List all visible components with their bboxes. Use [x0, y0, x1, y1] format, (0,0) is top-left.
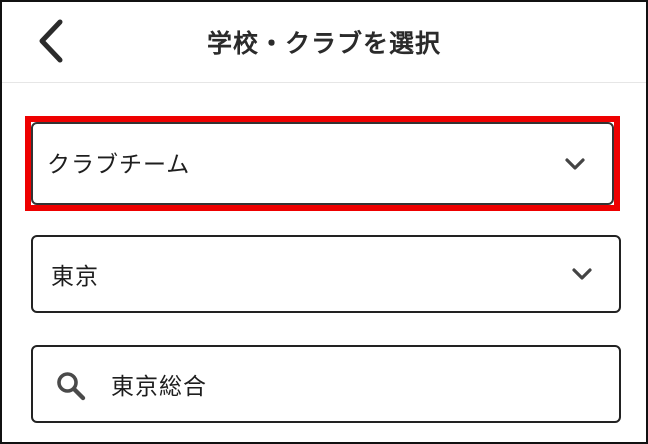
type-select[interactable]: クラブチーム [31, 122, 614, 205]
screen: 学校・クラブを選択 クラブチーム 東京 東京総合 [0, 0, 648, 444]
prefecture-select-value: 東京 [51, 264, 99, 290]
prefecture-select[interactable]: 東京 [31, 235, 621, 313]
chevron-down-icon [564, 157, 586, 171]
search-input[interactable]: 東京総合 [31, 345, 621, 423]
chevron-down-icon [571, 267, 593, 281]
header-bar: 学校・クラブを選択 [2, 2, 646, 83]
search-icon [55, 370, 87, 402]
search-value: 東京総合 [111, 374, 207, 400]
page-title: 学校・クラブを選択 [206, 29, 441, 58]
type-select-value: クラブチーム [47, 152, 191, 178]
